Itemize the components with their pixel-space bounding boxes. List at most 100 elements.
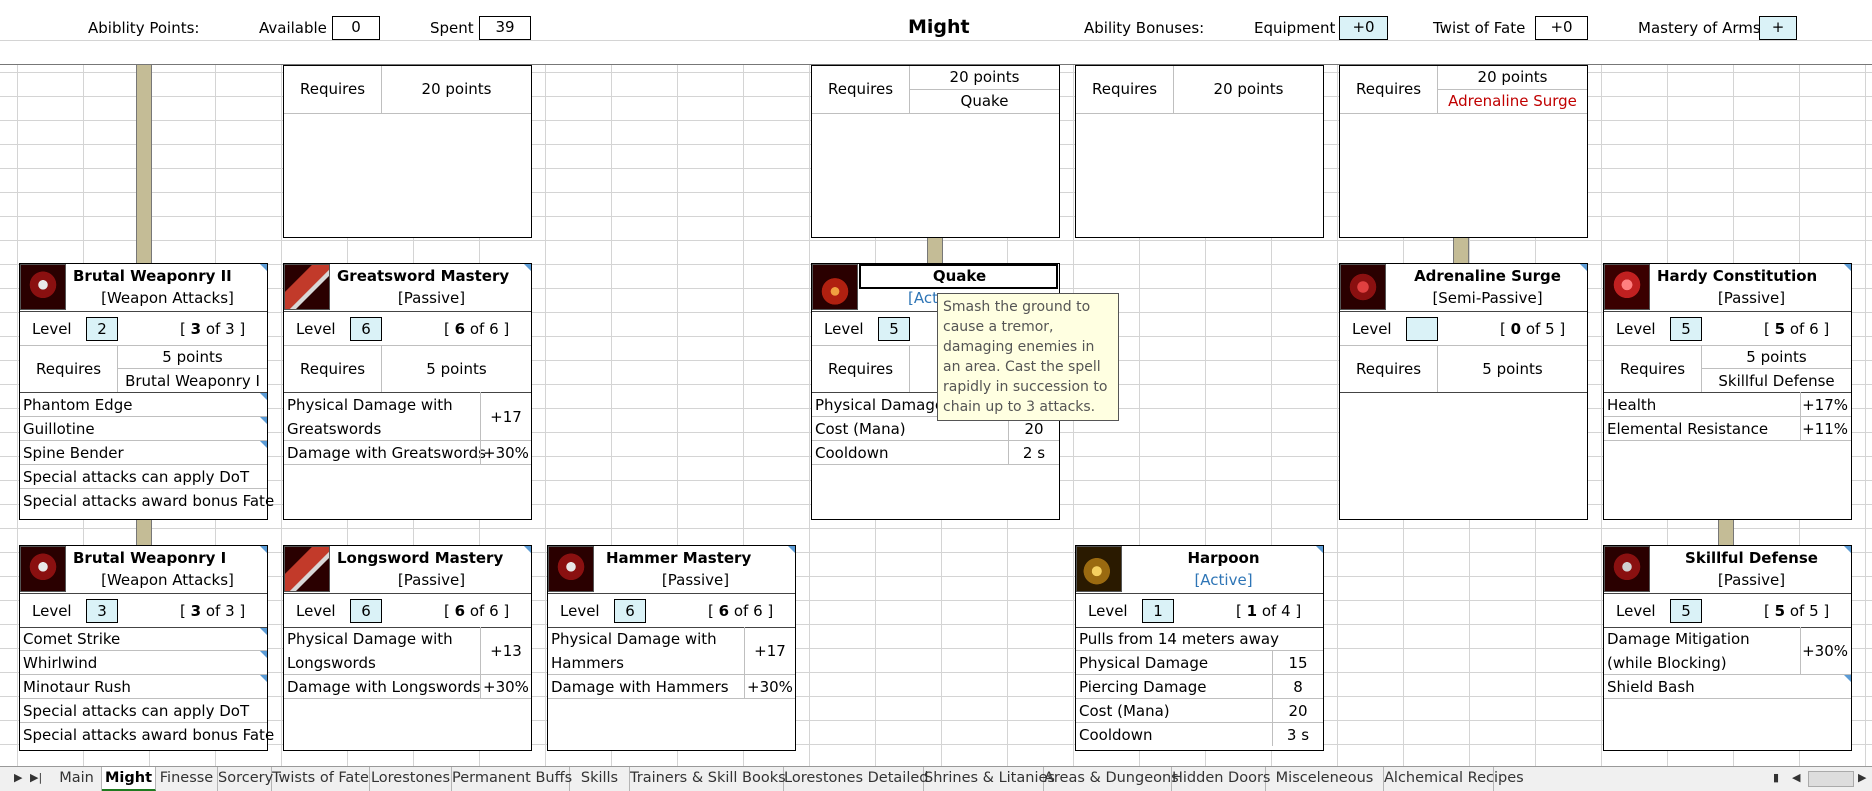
requires-points: 5 points <box>1482 360 1543 378</box>
connector-quake <box>927 238 943 263</box>
scroll-last-icon[interactable]: ▶| <box>30 771 42 784</box>
mastery-label: Mastery of Arms <box>1638 19 1761 37</box>
hscroll-right-icon[interactable]: ▶ <box>1858 771 1866 784</box>
stat-label-line2: Hammers <box>551 654 624 672</box>
stat-label: Cost (Mana) <box>1079 702 1170 720</box>
level-input[interactable]: 6 <box>614 599 646 623</box>
skill-card-greatsword-mastery[interactable]: Greatsword Mastery [Passive] Level 6 [ 6… <box>283 263 532 520</box>
comment-indicator <box>260 675 267 682</box>
stat-value: +30% <box>747 678 793 696</box>
rank-display: [ 1 of 4 ] <box>1236 602 1302 620</box>
skill-type: [Weapon Attacks] <box>101 571 234 589</box>
stat-value: 3 s <box>1286 726 1310 744</box>
sheet-tab-lorestones[interactable]: Lorestones <box>370 767 452 791</box>
skill-name: Greatsword Mastery <box>337 267 510 285</box>
sheet-tab-twists-of-fate[interactable]: Twists of Fate <box>272 767 370 791</box>
twist-value[interactable]: +0 <box>1535 16 1588 40</box>
adrenaline-surge-icon <box>1340 264 1386 310</box>
mastery-value[interactable]: + <box>1759 16 1797 40</box>
level-input[interactable]: 6 <box>350 599 382 623</box>
skill-name: Adrenaline Surge <box>1414 267 1561 285</box>
adrenaline-top-card: Requires 20 points Adrenaline Surge <box>1339 65 1588 238</box>
list-item: Comet Strike <box>23 630 121 648</box>
shield-icon <box>1604 546 1650 592</box>
comment-indicator <box>524 546 531 553</box>
requires-skill: Quake <box>960 92 1009 110</box>
sheet-tab-might[interactable]: Might <box>102 767 156 791</box>
stat-label: Physical Damage <box>1079 654 1209 672</box>
level-input[interactable]: 6 <box>350 317 382 341</box>
spent-value[interactable]: 39 <box>479 16 531 40</box>
longsword-icon <box>284 546 330 592</box>
level-input[interactable]: 1 <box>1142 599 1174 623</box>
list-item: Special attacks can apply DoT <box>23 702 250 720</box>
comment-indicator <box>260 393 267 400</box>
level-input[interactable]: 2 <box>86 317 118 341</box>
stat-label: Cooldown <box>815 444 889 462</box>
comment-indicator <box>1844 264 1851 271</box>
tab-split-handle[interactable]: ▮ <box>1773 771 1779 784</box>
level-input[interactable]: 5 <box>1670 599 1702 623</box>
requires-label: Requires <box>828 360 894 378</box>
sheet-tab-areas-dungeons[interactable]: Areas & Dungeons <box>1044 767 1179 791</box>
list-item: Guillotine <box>23 420 95 438</box>
comment-indicator <box>524 264 531 271</box>
stat-label: Elemental Resistance <box>1607 420 1769 438</box>
skill-name: Harpoon <box>1187 549 1260 567</box>
requires-value: 20 points <box>1213 80 1284 98</box>
skill-name: Hammer Mastery <box>606 549 752 567</box>
sheet-tab-alchemical-recipes[interactable]: Alchemical Recipes <box>1384 767 1524 791</box>
available-value[interactable]: 0 <box>332 16 380 40</box>
sheet-tab-lorestones-detailed[interactable]: Lorestones Detailed <box>784 767 928 791</box>
sheet-tab-sorcery[interactable]: Sorcery <box>218 767 273 791</box>
skill-card-brutal-weaponry-2[interactable]: Brutal Weaponry II [Weapon Attacks] Leve… <box>19 263 274 520</box>
skill-type: [Passive] <box>661 571 730 589</box>
rank-display: [ 6 of 6 ] <box>444 320 510 338</box>
stat-label-line1: Physical Damage with <box>551 630 717 648</box>
stat-label-line1: Damage Mitigation <box>1607 630 1750 648</box>
skill-card-harpoon[interactable]: Harpoon [Active] Level 1 [ 1 of 4 ] Pull… <box>1075 545 1324 751</box>
level-input[interactable]: 3 <box>86 599 118 623</box>
hscroll-left-icon[interactable]: ◀ <box>1792 771 1800 784</box>
level-input[interactable]: 5 <box>1670 317 1702 341</box>
level-label: Level <box>560 602 600 620</box>
skill-type: [Active] <box>1194 571 1253 589</box>
requires-skill: Adrenaline Surge <box>1448 92 1577 110</box>
skill-card-hammer-mastery[interactable]: Hammer Mastery [Passive] Level 6 [ 6 of … <box>547 545 796 751</box>
sheet-tab-permanent-buffs[interactable]: Permanent Buffs <box>452 767 572 791</box>
sheet-tab-trainers-skill-books[interactable]: Trainers & Skill Books <box>630 767 786 791</box>
requires-label: Requires <box>300 80 366 98</box>
hardy-constitution-icon <box>1604 264 1650 310</box>
rank-display: [ 5 of 6 ] <box>1764 320 1830 338</box>
sheet-tab-misceleneous[interactable]: Misceleneous <box>1266 767 1384 791</box>
comment-indicator <box>260 264 267 271</box>
list-item: Minotaur Rush <box>23 678 131 696</box>
level-label: Level <box>1352 320 1392 338</box>
level-input[interactable]: 5 <box>878 317 910 341</box>
skill-card-brutal-weaponry-1[interactable]: Brutal Weaponry I [Weapon Attacks] Level… <box>19 545 274 751</box>
level-label: Level <box>1616 320 1656 338</box>
requires-label: Requires <box>300 360 366 378</box>
sheet-tab-main[interactable]: Main <box>52 767 102 791</box>
level-input[interactable] <box>1406 317 1438 341</box>
equipment-value[interactable]: +0 <box>1339 16 1388 40</box>
scroll-prev-icon[interactable]: ▶ <box>14 771 22 784</box>
skill-name: Skillful Defense <box>1685 549 1818 567</box>
comment-indicator <box>260 546 267 553</box>
level-label: Level <box>1616 602 1656 620</box>
stat-value: +30% <box>483 678 529 696</box>
skill-card-adrenaline-surge[interactable]: Adrenaline Surge [Semi-Passive] Level [ … <box>1339 263 1588 520</box>
skill-card-hardy-constitution[interactable]: Hardy Constitution [Passive] Level 5 [ 5… <box>1603 263 1852 520</box>
skill-type: [Passive] <box>1717 289 1786 307</box>
comment-indicator <box>1844 675 1851 682</box>
horizontal-scrollbar[interactable] <box>1808 771 1854 787</box>
sheet-tab-skills[interactable]: Skills <box>570 767 630 791</box>
skill-card-longsword-mastery[interactable]: Longsword Mastery [Passive] Level 6 [ 6 … <box>283 545 532 751</box>
sheet-tab-shrines-litanies[interactable]: Shrines & Litanies <box>924 767 1055 791</box>
spent-label: Spent <box>430 19 474 37</box>
comment-indicator <box>260 441 267 448</box>
sheet-tab-finesse[interactable]: Finesse <box>156 767 218 791</box>
skill-card-skillful-defense[interactable]: Skillful Defense [Passive] Level 5 [ 5 o… <box>1603 545 1852 751</box>
sheet-tab-hidden-doors[interactable]: Hidden Doors <box>1172 767 1270 791</box>
stat-label: Damage with Hammers <box>551 678 729 696</box>
